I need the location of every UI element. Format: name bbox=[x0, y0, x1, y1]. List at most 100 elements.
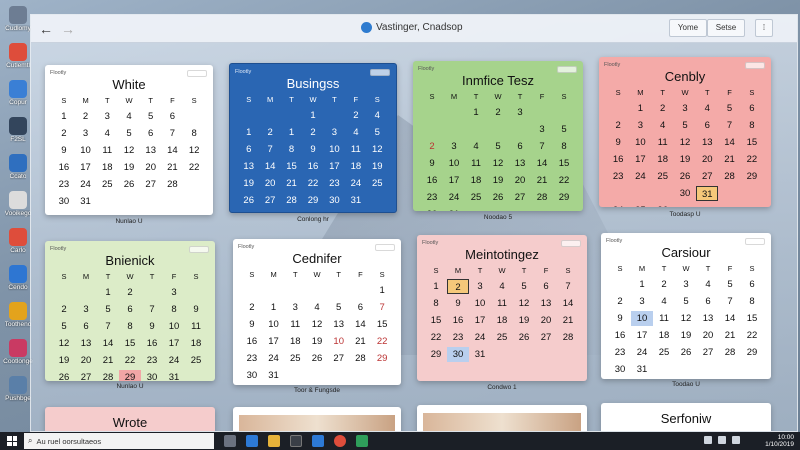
day-cell[interactable]: 3 bbox=[469, 279, 491, 294]
card-options-pill[interactable] bbox=[561, 240, 581, 247]
day-cell[interactable]: 4 bbox=[465, 139, 487, 154]
day-cell[interactable] bbox=[53, 285, 75, 300]
day-cell[interactable]: 19 bbox=[53, 353, 75, 368]
day-cell[interactable]: 15 bbox=[119, 336, 141, 351]
day-cell[interactable]: 17 bbox=[631, 328, 653, 343]
day-cell[interactable]: 4 bbox=[697, 277, 719, 292]
day-cell[interactable]: 30 bbox=[141, 370, 163, 381]
day-cell[interactable]: 19 bbox=[675, 328, 697, 343]
day-cell[interactable] bbox=[491, 347, 513, 362]
day-cell[interactable] bbox=[553, 207, 575, 211]
day-cell[interactable] bbox=[350, 368, 372, 383]
day-cell[interactable]: 1 bbox=[631, 277, 653, 292]
day-cell[interactable]: 17 bbox=[629, 152, 651, 167]
day-cell[interactable]: 30 bbox=[609, 362, 631, 377]
day-cell[interactable]: 2 bbox=[302, 125, 323, 140]
day-cell[interactable]: 21 bbox=[350, 334, 372, 349]
day-cell[interactable]: 6 bbox=[535, 279, 557, 294]
day-cell[interactable]: 9 bbox=[53, 143, 75, 158]
day-cell[interactable]: 25 bbox=[284, 351, 306, 366]
day-cell[interactable] bbox=[183, 109, 205, 124]
day-cell[interactable]: 2 bbox=[652, 101, 674, 116]
day-cell[interactable] bbox=[241, 283, 263, 298]
day-cell[interactable] bbox=[652, 186, 674, 201]
day-cell[interactable]: 12 bbox=[183, 143, 205, 158]
day-cell[interactable]: 24 bbox=[345, 176, 366, 191]
day-cell[interactable]: 10 bbox=[263, 317, 285, 332]
day-cell[interactable]: 1 bbox=[238, 125, 259, 140]
day-cell[interactable]: 13 bbox=[140, 143, 162, 158]
day-cell[interactable]: 3 bbox=[163, 285, 185, 300]
store-icon[interactable] bbox=[290, 435, 302, 447]
day-cell[interactable]: 9 bbox=[609, 311, 631, 326]
day-cell[interactable]: 4 bbox=[653, 294, 675, 309]
calendar-card-white[interactable]: Flootly White S M T W T F S 1 2 3 4 5 6 2 3 4 5 6 7 8 9 10 11 1… bbox=[45, 65, 213, 215]
calendar-card-bnienick[interactable]: Flootly Bnienick SMTWTFS1232356789567891… bbox=[45, 241, 215, 381]
day-cell[interactable]: 26 bbox=[238, 193, 259, 208]
day-cell[interactable]: 6 bbox=[741, 101, 763, 116]
day-cell[interactable] bbox=[350, 283, 372, 298]
day-cell[interactable]: 9 bbox=[447, 296, 469, 311]
day-cell[interactable] bbox=[328, 283, 350, 298]
day-cell[interactable]: 7 bbox=[557, 279, 579, 294]
day-cell[interactable]: 5 bbox=[487, 139, 509, 154]
day-cell[interactable] bbox=[607, 101, 629, 116]
day-cell[interactable]: 23 bbox=[241, 351, 263, 366]
day-cell[interactable]: 3 bbox=[75, 302, 97, 317]
day-cell[interactable]: 15 bbox=[425, 313, 447, 328]
day-cell[interactable]: 7 bbox=[141, 302, 163, 317]
day-cell[interactable] bbox=[183, 177, 205, 192]
day-cell[interactable]: 11 bbox=[284, 317, 306, 332]
day-cell[interactable]: 12 bbox=[513, 296, 535, 311]
day-cell[interactable]: 22 bbox=[553, 173, 575, 188]
day-cell[interactable]: 25 bbox=[652, 169, 674, 184]
day-cell[interactable]: 18 bbox=[185, 336, 207, 351]
day-cell[interactable]: 26 bbox=[306, 351, 328, 366]
day-cell[interactable]: 24 bbox=[75, 177, 97, 192]
day-cell[interactable]: 21 bbox=[557, 313, 579, 328]
calendar-card-meintotingez[interactable]: Flootly Meintotingez S M T W T F S 1 2 3 4 5 6 7 8 9 10 1… bbox=[417, 235, 587, 381]
day-cell[interactable]: 3 bbox=[284, 300, 306, 315]
calendar-card-serfoniw[interactable]: Serfoniw bbox=[601, 403, 771, 431]
day-cell[interactable]: 2 bbox=[345, 108, 366, 123]
day-cell[interactable]: 28 bbox=[281, 193, 302, 208]
day-cell[interactable] bbox=[653, 362, 675, 377]
day-cell[interactable]: 19 bbox=[674, 152, 696, 167]
forward-button[interactable]: → bbox=[59, 20, 77, 38]
day-cell[interactable]: 6 bbox=[75, 319, 97, 334]
day-cell[interactable] bbox=[263, 283, 285, 298]
day-cell[interactable] bbox=[697, 362, 719, 377]
day-cell[interactable]: 22 bbox=[741, 328, 763, 343]
day-cell[interactable]: 10 bbox=[163, 319, 185, 334]
day-cell[interactable]: 1 bbox=[371, 283, 393, 298]
day-cell[interactable]: 11 bbox=[491, 296, 513, 311]
day-cell[interactable]: 16 bbox=[53, 160, 75, 175]
day-cell[interactable]: 21 bbox=[718, 152, 740, 167]
day-cell[interactable]: 8 bbox=[425, 296, 447, 311]
day-cell[interactable]: 3 bbox=[675, 277, 697, 292]
day-cell[interactable]: 16 bbox=[141, 336, 163, 351]
day-cell[interactable]: 18 bbox=[96, 160, 118, 175]
day-cell[interactable]: 6 bbox=[238, 142, 259, 157]
network-icon[interactable] bbox=[718, 436, 726, 444]
day-cell[interactable] bbox=[718, 186, 740, 201]
day-cell[interactable]: 26 bbox=[652, 203, 674, 207]
day-cell[interactable] bbox=[535, 347, 557, 362]
chrome-icon[interactable] bbox=[334, 435, 346, 447]
day-cell[interactable]: 16 bbox=[609, 328, 631, 343]
day-cell[interactable]: 26 bbox=[487, 190, 509, 205]
day-cell[interactable]: 15 bbox=[281, 159, 302, 174]
day-cell[interactable]: 27 bbox=[75, 370, 97, 381]
day-cell[interactable]: 28 bbox=[719, 345, 741, 360]
day-cell[interactable]: 25 bbox=[491, 330, 513, 345]
day-cell[interactable]: 20 bbox=[509, 173, 531, 188]
day-cell[interactable]: 21 bbox=[281, 176, 302, 191]
day-cell[interactable]: 27 bbox=[696, 169, 718, 184]
day-cell[interactable] bbox=[741, 203, 763, 207]
back-button[interactable]: ← bbox=[37, 20, 55, 38]
day-cell[interactable]: 25 bbox=[465, 190, 487, 205]
day-cell[interactable] bbox=[513, 347, 535, 362]
day-cell[interactable] bbox=[140, 194, 162, 209]
day-cell[interactable] bbox=[741, 362, 763, 377]
day-cell[interactable]: 24 bbox=[163, 353, 185, 368]
